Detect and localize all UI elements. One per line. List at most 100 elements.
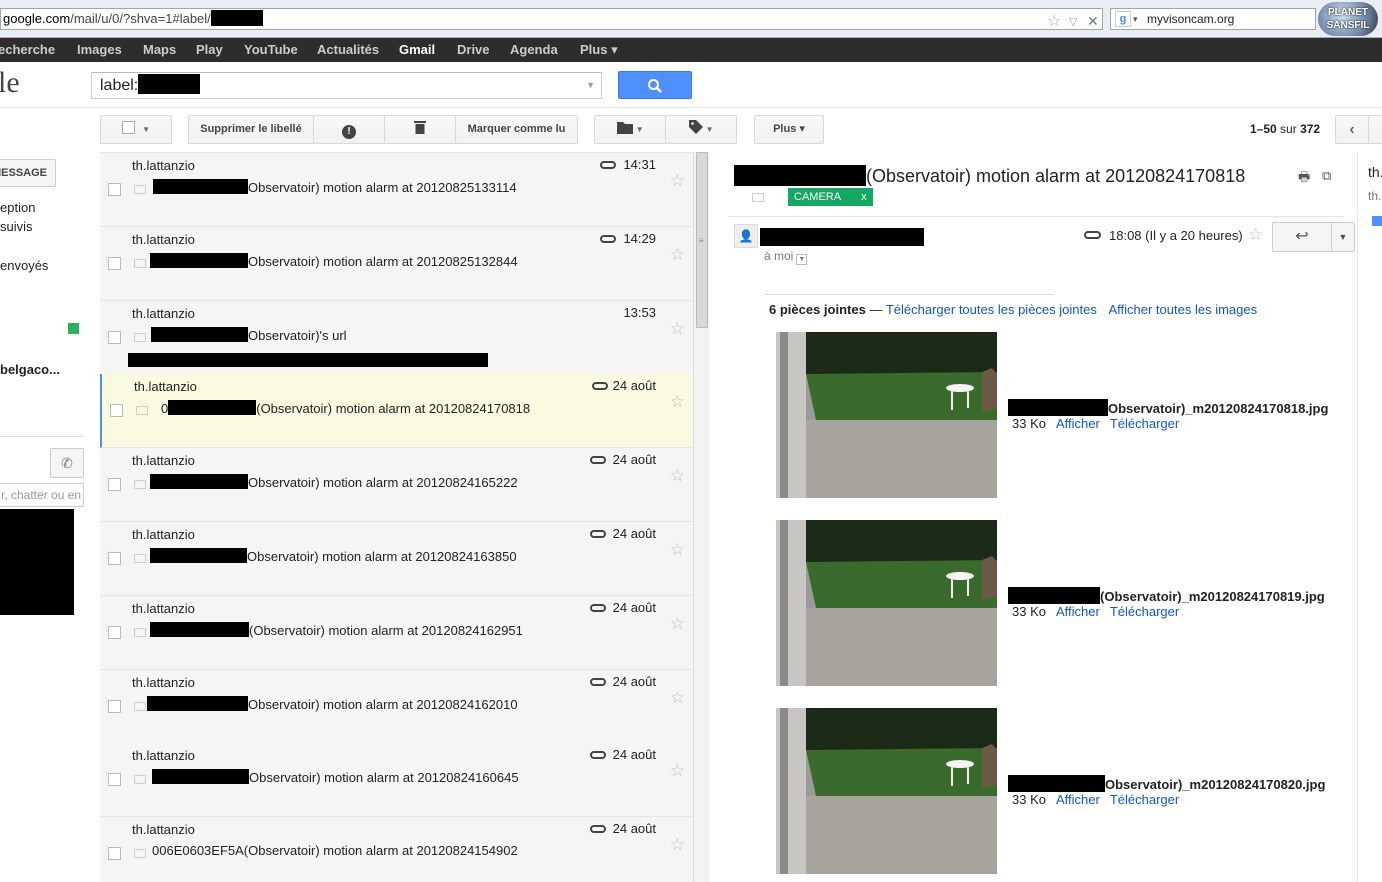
- row-checkbox[interactable]: [108, 699, 121, 713]
- row-checkbox[interactable]: [108, 773, 121, 787]
- google-icon[interactable]: g: [1115, 11, 1131, 27]
- scrollbar-thumb[interactable]: ≡: [696, 152, 708, 328]
- message-row[interactable]: ⋮ th.lattanzio 13:53 Observatoir)'s url ☆: [100, 300, 693, 375]
- label-chip-camera[interactable]: CAMERA x: [788, 188, 873, 206]
- star-icon[interactable]: ☆: [670, 688, 685, 708]
- message-row[interactable]: ⋮ th.lattanzio 24 août Observatoir) motion …: [100, 522, 693, 596]
- older-button[interactable]: [1368, 115, 1382, 144]
- star-icon[interactable]: ☆: [670, 614, 685, 634]
- importance-marker-icon[interactable]: [134, 849, 146, 859]
- browser-search-box[interactable]: g ▾ myvisoncam.org: [1110, 8, 1316, 30]
- remove-label-icon[interactable]: x: [861, 191, 867, 203]
- engine-dropdown-icon[interactable]: ▾: [1133, 9, 1138, 29]
- star-icon[interactable]: ☆: [670, 466, 685, 486]
- compose-button[interactable]: MESSAGE: [0, 159, 56, 187]
- importance-marker-icon[interactable]: [134, 627, 146, 637]
- gbar-item[interactable]: Maps: [143, 42, 176, 57]
- importance-marker-icon[interactable]: [134, 554, 146, 563]
- row-checkbox[interactable]: [110, 404, 123, 418]
- star-icon[interactable]: ☆: [670, 540, 685, 560]
- message-row[interactable]: ⋮ th.lattanzio 14:29 Observatoir) motion al…: [100, 226, 693, 301]
- remove-label-button[interactable]: Supprimer le libellé: [188, 115, 314, 144]
- chat-bubble-icon[interactable]: [1372, 216, 1382, 226]
- search-options-icon[interactable]: ▼: [586, 73, 595, 98]
- message-row[interactable]: ⋮ th.lattanzio 24 août Observatoir) motion …: [100, 669, 693, 744]
- url-dropdown-icon[interactable]: ▽: [1069, 12, 1077, 32]
- new-window-icon[interactable]: ⧉: [1322, 168, 1331, 184]
- message-row[interactable]: ⋮ th.lattanzio 24 août (Observatoir) motion…: [100, 595, 693, 670]
- nav-followed[interactable]: suivis: [0, 219, 33, 234]
- nav-sent[interactable]: envoyés: [0, 258, 48, 273]
- gbar-item[interactable]: Gmail: [399, 42, 435, 57]
- move-to-button[interactable]: ▼: [594, 115, 666, 144]
- view-attachment-link[interactable]: Afficher: [1056, 604, 1100, 619]
- newer-button[interactable]: ‹: [1335, 115, 1369, 144]
- importance-marker-icon[interactable]: [134, 332, 146, 342]
- download-attachment-link[interactable]: Télécharger: [1110, 416, 1179, 431]
- row-checkbox[interactable]: [108, 330, 121, 344]
- row-checkbox[interactable]: [108, 256, 121, 270]
- star-icon[interactable]: ☆: [670, 171, 685, 191]
- search-input[interactable]: label: ▼: [91, 72, 602, 99]
- row-checkbox[interactable]: [108, 847, 121, 861]
- contact-name[interactable]: th.: [1368, 164, 1382, 180]
- attachment-thumbnail[interactable]: [776, 708, 997, 874]
- gmail-logo[interactable]: le: [0, 66, 20, 100]
- more-actions-button[interactable]: ▼: [1331, 222, 1355, 252]
- labels-button[interactable]: ▼: [665, 115, 737, 144]
- address-bar[interactable]: google.com/mail/u/0/?shva=1#label/ ☆ ▽ ✕: [0, 8, 1103, 30]
- recipient-details[interactable]: à moi ▼: [764, 249, 808, 265]
- stop-icon[interactable]: ✕: [1087, 11, 1099, 31]
- message-row[interactable]: ⋮ th.lattanzio 24 août Observatoir) motion …: [100, 448, 693, 523]
- gbar-item[interactable]: YouTube: [244, 42, 298, 57]
- star-icon[interactable]: ☆: [1248, 225, 1263, 245]
- chat-search-input[interactable]: r, chatter ou en: [0, 483, 84, 507]
- gbar-item[interactable]: Actualités: [317, 42, 379, 57]
- print-icon[interactable]: 🖶: [1298, 168, 1310, 190]
- details-dropdown-icon[interactable]: ▼: [796, 254, 808, 265]
- importance-marker-icon[interactable]: [134, 701, 146, 711]
- download-all-link[interactable]: Télécharger toutes les pièces jointes: [886, 302, 1097, 317]
- star-icon[interactable]: ☆: [670, 761, 685, 781]
- gbar-item[interactable]: Play: [196, 42, 223, 57]
- delete-button[interactable]: [384, 115, 456, 144]
- attachment-thumbnail[interactable]: [776, 520, 997, 686]
- gbar-item[interactable]: Plus ▾: [580, 42, 618, 58]
- call-phone-icon[interactable]: ✆: [50, 448, 84, 478]
- nav-inbox[interactable]: eption: [0, 200, 35, 215]
- important-marker-icon[interactable]: [752, 193, 764, 202]
- gbar-item[interactable]: echerche: [0, 42, 55, 57]
- star-icon[interactable]: ☆: [670, 835, 685, 855]
- row-checkbox[interactable]: [108, 625, 121, 639]
- gbar-item[interactable]: Drive: [457, 42, 490, 57]
- importance-marker-icon[interactable]: [134, 480, 146, 490]
- report-spam-button[interactable]: !: [313, 115, 385, 144]
- download-attachment-link[interactable]: Télécharger: [1110, 604, 1179, 619]
- message-row[interactable]: ⋮ th.lattanzio 24 août 0 (Observatoir) motio…: [100, 374, 693, 449]
- star-icon[interactable]: ☆: [670, 319, 685, 339]
- gbar-item[interactable]: Agenda: [510, 42, 558, 57]
- more-button[interactable]: Plus ▾: [754, 115, 824, 144]
- message-list-scrollbar[interactable]: ≡: [693, 152, 709, 882]
- row-checkbox[interactable]: [108, 552, 121, 565]
- importance-marker-icon[interactable]: [134, 185, 146, 194]
- view-attachment-link[interactable]: Afficher: [1056, 792, 1100, 807]
- mark-read-button[interactable]: Marquer comme lu: [455, 115, 578, 144]
- message-row[interactable]: ⋮ th.lattanzio 24 août Observatoir) motion …: [100, 743, 693, 818]
- importance-marker-icon[interactable]: [134, 258, 146, 268]
- view-attachment-link[interactable]: Afficher: [1056, 416, 1100, 431]
- star-icon[interactable]: ☆: [670, 245, 685, 265]
- reply-button[interactable]: ↩: [1272, 222, 1332, 252]
- attachment-thumbnail[interactable]: [776, 332, 997, 498]
- nav-label-belgacom[interactable]: belgaco...: [0, 362, 60, 377]
- row-checkbox[interactable]: [108, 183, 121, 196]
- importance-marker-icon[interactable]: [134, 775, 146, 785]
- show-all-images-link[interactable]: Afficher toutes les images: [1108, 302, 1257, 317]
- search-button[interactable]: [618, 71, 692, 99]
- bookmark-star-icon[interactable]: ☆: [1047, 12, 1061, 32]
- message-row[interactable]: ⋮ th.lattanzio 24 août 006E0603EF5A(Observa…: [100, 817, 693, 882]
- star-icon[interactable]: ☆: [670, 392, 685, 412]
- gbar-item[interactable]: Images: [77, 42, 122, 57]
- row-checkbox[interactable]: [108, 478, 121, 492]
- select-all-checkbox[interactable]: ▼: [100, 115, 172, 144]
